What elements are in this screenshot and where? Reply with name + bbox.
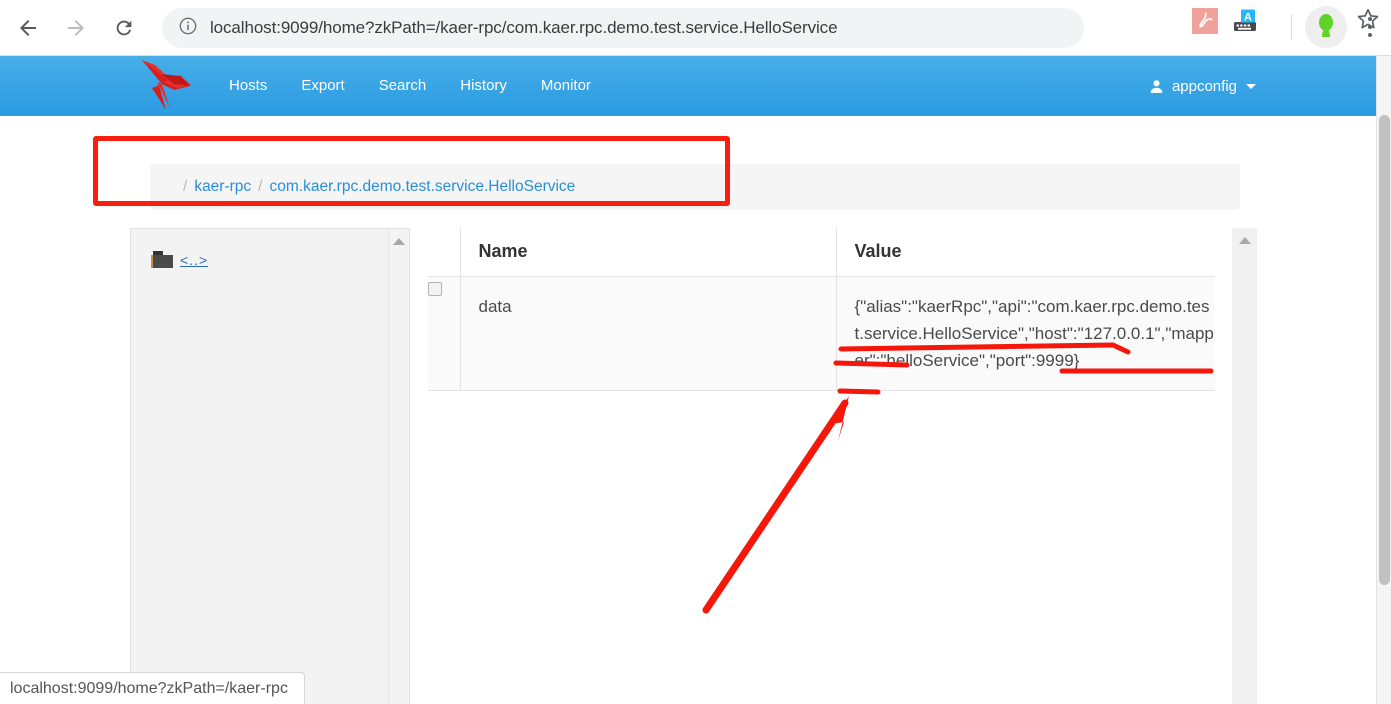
address-bar[interactable]: localhost:9099/home?zkPath=/kaer-rpc/com…: [162, 8, 1084, 48]
breadcrumb: / kaer-rpc / com.kaer.rpc.demo.test.serv…: [150, 164, 1240, 210]
table-head: Name Value: [428, 228, 1215, 276]
nav-link-hosts[interactable]: Hosts: [212, 56, 284, 116]
site-info-icon[interactable]: [178, 16, 198, 41]
table-header-row: Name Value: [428, 228, 1215, 276]
browser-extensions: A: [1192, 8, 1258, 34]
breadcrumb-separator: /: [258, 178, 262, 196]
breadcrumb-item-kaer-rpc[interactable]: kaer-rpc: [194, 178, 251, 196]
tree-parent-link[interactable]: <..>: [180, 252, 208, 268]
app-navbar: Hosts Export Search History Monitor appc…: [0, 56, 1376, 116]
tree-panel-scrollbar[interactable]: [388, 229, 409, 704]
column-header-name: Name: [460, 228, 836, 276]
data-table: Name Value data {"alias":"kaerRpc","api"…: [428, 228, 1215, 391]
row-checkbox[interactable]: [428, 282, 442, 296]
table-body: data {"alias":"kaerRpc","api":"com.kaer.…: [428, 276, 1215, 390]
user-menu-label: appconfig: [1172, 78, 1237, 95]
content-scrollbar[interactable]: [1232, 228, 1257, 704]
folder-icon: [151, 251, 173, 268]
row-select-cell[interactable]: [428, 276, 460, 390]
chevron-down-icon: [1246, 84, 1256, 89]
pdf-extension-icon[interactable]: [1192, 8, 1218, 34]
cell-name: data: [460, 276, 836, 390]
bird-logo[interactable]: [128, 54, 212, 116]
tree-item-parent[interactable]: <..>: [151, 251, 208, 268]
profile-avatar[interactable]: [1305, 6, 1347, 48]
status-bar: localhost:9099/home?zkPath=/kaer-rpc: [0, 672, 305, 704]
table-row[interactable]: data {"alias":"kaerRpc","api":"com.kaer.…: [428, 276, 1215, 390]
nav-link-monitor[interactable]: Monitor: [524, 56, 608, 116]
nav-link-search[interactable]: Search: [362, 56, 444, 116]
translate-extension-icon[interactable]: A: [1232, 8, 1258, 34]
scroll-up-arrow-icon[interactable]: [393, 238, 405, 245]
cell-value: {"alias":"kaerRpc","api":"com.kaer.rpc.d…: [836, 276, 1215, 390]
user-icon: [1148, 78, 1165, 95]
toolbar-divider: [1291, 14, 1292, 40]
url-text: localhost:9099/home?zkPath=/kaer-rpc/com…: [210, 18, 837, 38]
page-scrollbar-thumb[interactable]: [1379, 115, 1390, 585]
reload-icon: [113, 17, 135, 39]
page-body: / kaer-rpc / com.kaer.rpc.demo.test.serv…: [0, 116, 1376, 704]
nav-link-export[interactable]: Export: [284, 56, 361, 116]
breadcrumb-separator: /: [183, 178, 187, 196]
tree-panel: <..>: [130, 228, 410, 704]
scroll-up-arrow-icon[interactable]: [1239, 237, 1251, 244]
forward-button[interactable]: [56, 8, 96, 48]
nav-link-history[interactable]: History: [443, 56, 524, 116]
arrow-right-icon: [64, 16, 88, 40]
reload-button[interactable]: [104, 8, 144, 48]
column-header-value: Value: [836, 228, 1215, 276]
page-scrollbar[interactable]: [1376, 56, 1391, 704]
user-menu[interactable]: appconfig: [1148, 56, 1256, 116]
data-table-container: Name Value data {"alias":"kaerRpc","api"…: [428, 228, 1215, 704]
breadcrumb-item-helloservice[interactable]: com.kaer.rpc.demo.test.service.HelloServ…: [269, 178, 575, 196]
back-button[interactable]: [8, 8, 48, 48]
main-nav: Hosts Export Search History Monitor: [212, 56, 608, 116]
kebab-menu-icon: [1368, 33, 1372, 37]
kebab-menu-icon: [1368, 25, 1372, 29]
browser-menu-button[interactable]: [1358, 12, 1382, 42]
status-bar-text: localhost:9099/home?zkPath=/kaer-rpc: [10, 680, 288, 698]
kebab-menu-icon: [1368, 17, 1372, 21]
avatar-icon: [1310, 11, 1342, 43]
svg-text:A: A: [1244, 11, 1252, 23]
browser-chrome: localhost:9099/home?zkPath=/kaer-rpc/com…: [0, 0, 1391, 56]
column-header-select: [428, 228, 460, 276]
arrow-left-icon: [16, 16, 40, 40]
